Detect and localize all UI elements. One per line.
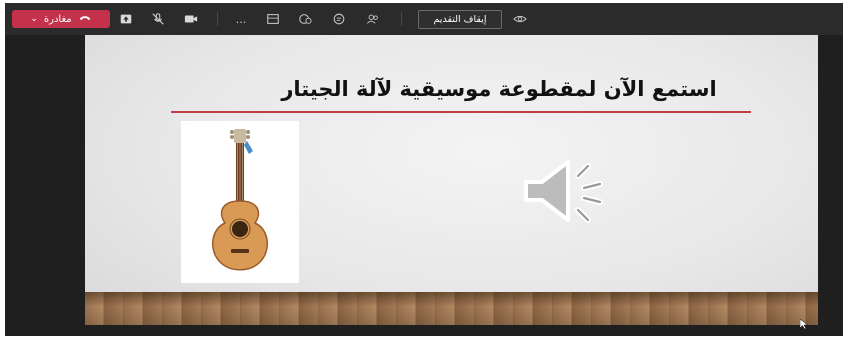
more-label: ... <box>235 12 247 26</box>
meeting-toolbar: ⌄ مغادرة ... إيقاف التقديم <box>5 3 843 35</box>
title-underline <box>171 111 751 113</box>
mic-off-icon[interactable] <box>150 10 166 28</box>
leave-label: مغادرة <box>43 13 72 25</box>
leave-button[interactable]: ⌄ مغادرة <box>12 10 110 28</box>
stop-presenting-button[interactable]: إيقاف التقديم <box>418 10 502 29</box>
floor-shading <box>85 292 818 325</box>
eye-icon[interactable] <box>512 10 528 28</box>
share-tray-icon[interactable] <box>118 10 134 28</box>
more-icon[interactable]: ... <box>233 10 249 28</box>
stop-presenting-label: إيقاف التقديم <box>433 14 487 25</box>
guitar-icon <box>212 129 268 271</box>
phone-icon <box>78 11 92 28</box>
chevron-down-icon[interactable]: ⌄ <box>30 14 38 24</box>
guitar-image <box>181 121 299 283</box>
mouse-cursor-icon <box>799 314 809 330</box>
audio-speaker-icon[interactable] <box>518 152 618 232</box>
shared-slide: استمع الآن لمقطوعة موسيقية لآلة الجيتار <box>85 35 818 325</box>
toolbar-divider <box>401 12 402 26</box>
participants-icon[interactable] <box>365 10 381 28</box>
view-icon[interactable] <box>265 10 281 28</box>
toolbar-divider <box>217 12 218 26</box>
camera-icon[interactable] <box>182 10 200 28</box>
chat-icon[interactable] <box>331 10 347 28</box>
reactions-icon[interactable] <box>297 10 313 28</box>
slide-title: استمع الآن لمقطوعة موسيقية لآلة الجيتار <box>281 77 717 101</box>
